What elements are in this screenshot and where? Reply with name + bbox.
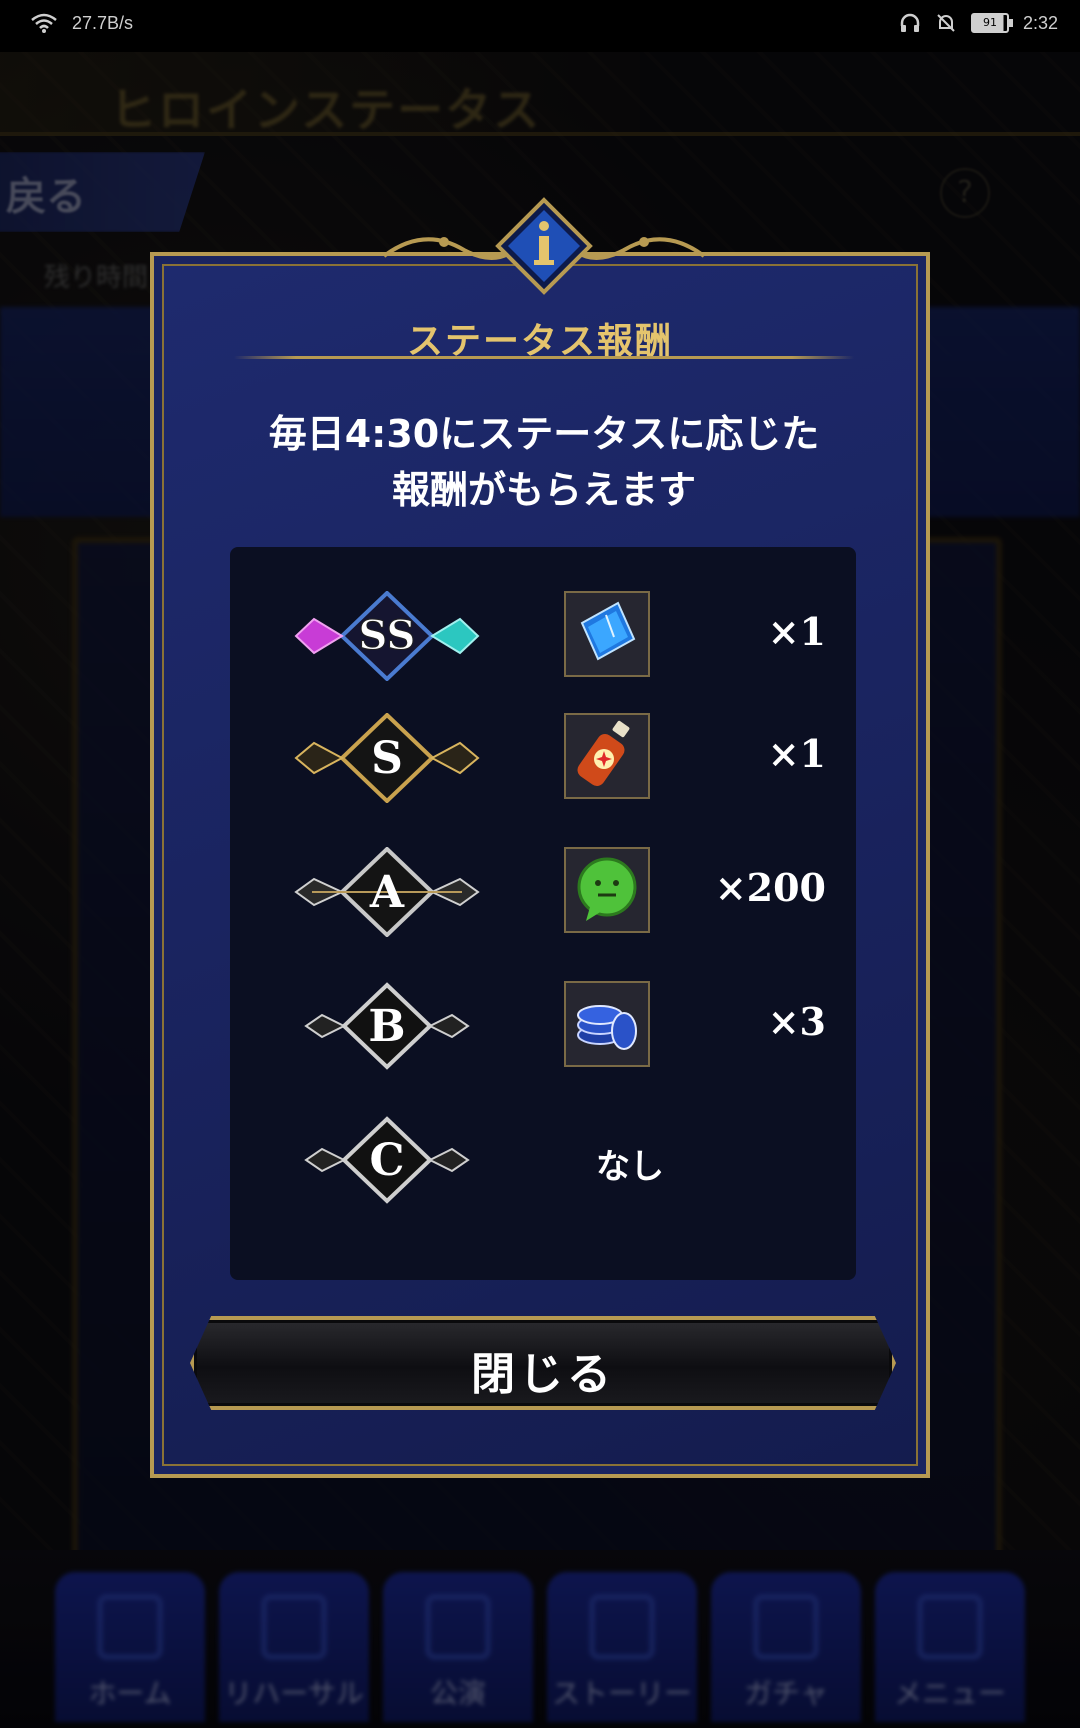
dialog-description: 毎日4:30にステータスに応じた 報酬がもらえます — [194, 406, 894, 518]
wifi-icon — [31, 13, 57, 33]
rank-label: S — [371, 733, 403, 784]
rank-s-badge: S — [294, 713, 480, 803]
rank-label: B — [368, 1001, 405, 1052]
reward-row-ss: SS ×1 — [230, 581, 856, 691]
headphones-icon — [900, 13, 920, 32]
reward-quantity: ×3 — [767, 999, 826, 1044]
reward-quantity: ×200 — [714, 865, 826, 910]
rank-label: C — [369, 1135, 404, 1186]
network-speed: 27.7B/s — [72, 12, 134, 33]
item-slot — [564, 847, 650, 933]
rewards-table: SS ×1 S ×1 A ×200 B ×3 C なし — [230, 547, 856, 1280]
reward-quantity: ×1 — [767, 731, 826, 776]
drink-bottle-icon — [577, 720, 630, 786]
chat-bubble-icon — [577, 857, 637, 921]
rank-label: A — [369, 867, 405, 918]
info-icon — [495, 197, 593, 295]
item-slot — [564, 591, 650, 677]
reward-row-s: S ×1 — [230, 703, 856, 813]
status-bar: 27.7B/s 91 2:32 — [0, 0, 1080, 52]
rank-ss-badge: SS — [294, 591, 480, 681]
item-slot — [564, 713, 650, 799]
title-divider — [234, 356, 854, 359]
reward-quantity: ×1 — [767, 609, 826, 654]
bell-off-icon — [937, 14, 955, 32]
description-line: 報酬がもらえます — [391, 468, 696, 512]
reward-row-c: C なし — [230, 1105, 856, 1215]
rank-label: SS — [359, 612, 416, 659]
rank-b-badge: B — [304, 982, 470, 1070]
ticket-icon — [580, 601, 636, 661]
description-line: 毎日4:30にステータスに応じた — [268, 412, 820, 456]
status-reward-dialog: ステータス報酬 毎日4:30にステータスに応じた 報酬がもらえます SS ×1 — [150, 197, 930, 1478]
close-button[interactable]: 閉じる — [190, 1316, 896, 1410]
battery-icon: 91 — [970, 13, 1013, 33]
rank-a-badge: A — [294, 847, 480, 937]
close-button-label: 閉じる — [471, 1349, 615, 1400]
no-reward-label: なし — [596, 1147, 664, 1187]
reward-row-a: A ×200 — [230, 837, 856, 947]
clock: 2:32 — [1022, 12, 1058, 33]
reward-row-b: B ×3 — [230, 971, 856, 1081]
chips-icon — [577, 1005, 637, 1050]
rank-c-badge: C — [304, 1116, 470, 1204]
item-slot — [564, 981, 650, 1067]
